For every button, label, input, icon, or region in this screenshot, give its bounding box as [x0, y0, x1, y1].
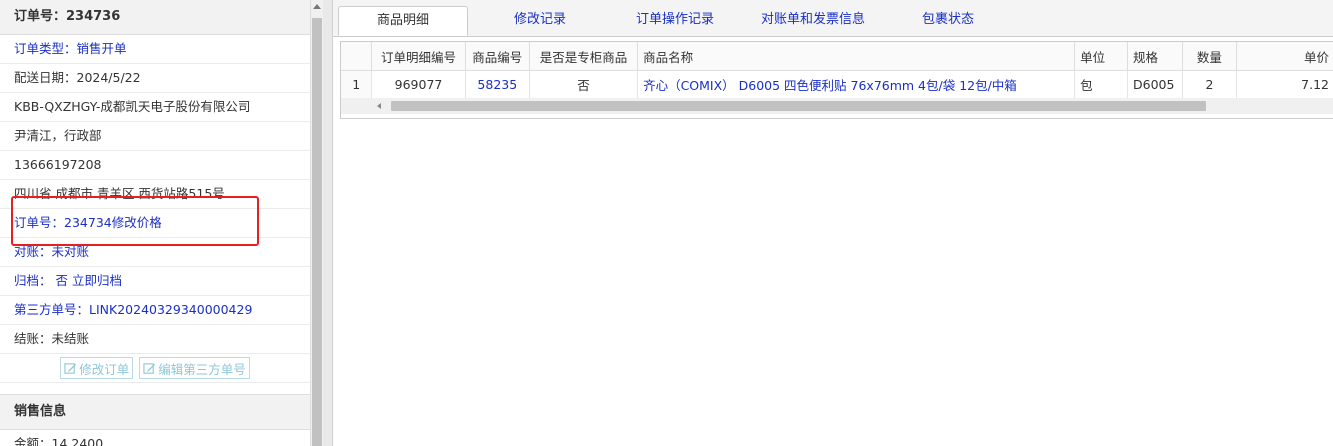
order-info-panel: 订单号：234736 订单类型：销售开单 配送日期：2024/5/22 KBB-…	[0, 0, 311, 446]
header-row-number	[341, 42, 373, 71]
edit-order-label: 修改订单	[79, 361, 130, 377]
contact-person: 尹清江，行政部	[0, 122, 310, 151]
archive-value: 否	[55, 273, 69, 288]
reconcile-value: 未对账	[51, 244, 90, 259]
contact-phone: 13666197208	[0, 151, 310, 180]
customer-name: KBB-QXZHGY-成都凯天电子股份有限公司	[0, 93, 310, 122]
archive-label: 归档：	[14, 273, 52, 288]
header-price[interactable]: 单价	[1236, 42, 1333, 71]
cell-product-id-link[interactable]: 58235	[465, 70, 531, 99]
linked-order-link[interactable]: 234734	[64, 215, 112, 230]
edit-icon	[143, 362, 156, 374]
detail-panel: 商品明细 修改记录 订单操作记录 对账单和发票信息 包裹状态 订单明细编号 商品…	[333, 0, 1333, 446]
header-product-name[interactable]: 商品名称	[637, 42, 1076, 71]
third-party-label: 第三方单号：	[14, 302, 90, 317]
reconcile-row: 对账：未对账	[0, 238, 310, 267]
edit-order-button[interactable]: 修改订单	[60, 357, 134, 379]
cell-product-name-link[interactable]: 齐心（COMIX） D6005 四色便利贴 76x76mm 4包/袋 12包/中…	[637, 70, 1076, 99]
archive-now-link[interactable]: 立即归档	[72, 273, 122, 288]
row-number: 1	[341, 70, 373, 99]
settlement-status: 结账：未结账	[0, 325, 310, 354]
order-header: 订单号：234736	[0, 0, 310, 35]
linked-order-row: 订单号：234734修改价格	[0, 209, 310, 238]
cell-qty: 2	[1182, 70, 1238, 99]
cell-price: 7.12	[1236, 70, 1333, 99]
sales-amount: 金额：14.2400	[0, 430, 310, 446]
third-party-order-link[interactable]: LINK20240329340000429	[89, 302, 252, 317]
grid-horizontal-scrollbar[interactable]	[341, 98, 1333, 114]
horizontal-scrollbar-thumb[interactable]	[391, 101, 1206, 111]
edit-third-party-button[interactable]: 编辑第三方单号	[139, 357, 250, 379]
delivery-date: 配送日期：2024/5/22	[0, 64, 310, 93]
scroll-up-arrow-icon[interactable]	[313, 4, 321, 9]
header-spec[interactable]: 规格	[1127, 42, 1183, 71]
left-panel-scrollbar[interactable]	[311, 0, 323, 446]
third-party-row: 第三方单号：LINK20240329340000429	[0, 296, 310, 325]
tab-statement-invoice[interactable]: 对账单和发票信息	[738, 6, 888, 35]
delivery-address: 四川省 成都市 青羊区 西货站路515号	[0, 180, 310, 209]
panel-splitter[interactable]	[323, 0, 333, 446]
header-product-id[interactable]: 商品编号	[465, 42, 531, 71]
modify-price-link[interactable]: 修改价格	[112, 215, 162, 230]
tab-order-operation-log[interactable]: 订单操作记录	[610, 6, 740, 35]
header-detail-id[interactable]: 订单明细编号	[371, 42, 466, 71]
product-detail-grid: 订单明细编号 商品编号 是否是专柜商品 商品名称 单位 规格 数量 单价 1 9…	[340, 41, 1333, 119]
tab-product-details[interactable]: 商品明细	[338, 6, 468, 36]
order-type-label: 订单类型：	[14, 41, 77, 56]
edit-third-party-label: 编辑第三方单号	[158, 361, 246, 377]
sales-info-header: 销售信息	[0, 394, 310, 430]
cell-is-counter: 否	[529, 70, 639, 99]
tab-package-status[interactable]: 包裹状态	[893, 6, 1003, 35]
reconcile-label: 对账：	[14, 244, 52, 259]
tab-modify-history[interactable]: 修改记录	[475, 6, 605, 35]
archive-row: 归档： 否 立即归档	[0, 267, 310, 296]
edit-icon	[64, 362, 77, 374]
cell-unit: 包	[1074, 70, 1128, 99]
cell-detail-id: 969077	[371, 70, 466, 99]
scrollbar-thumb[interactable]	[312, 18, 322, 446]
header-qty[interactable]: 数量	[1182, 42, 1238, 71]
linked-order-label: 订单号：	[14, 215, 65, 230]
table-row[interactable]: 1 969077 58235 否 齐心（COMIX） D6005 四色便利贴 7…	[341, 70, 1333, 99]
header-unit[interactable]: 单位	[1074, 42, 1128, 71]
cell-spec: D6005	[1127, 70, 1183, 99]
table-header-row: 订单明细编号 商品编号 是否是专柜商品 商品名称 单位 规格 数量 单价	[341, 42, 1333, 71]
header-is-counter[interactable]: 是否是专柜商品	[529, 42, 639, 71]
order-actions: 修改订单 编辑第三方单号	[0, 354, 310, 383]
scroll-left-arrow-icon[interactable]	[377, 103, 381, 109]
tab-bar: 商品明细 修改记录 订单操作记录 对账单和发票信息 包裹状态	[333, 0, 1333, 37]
product-table: 订单明细编号 商品编号 是否是专柜商品 商品名称 单位 规格 数量 单价 1 9…	[341, 42, 1333, 99]
order-type-row: 订单类型：销售开单	[0, 35, 310, 64]
order-type-value: 销售开单	[76, 41, 127, 56]
